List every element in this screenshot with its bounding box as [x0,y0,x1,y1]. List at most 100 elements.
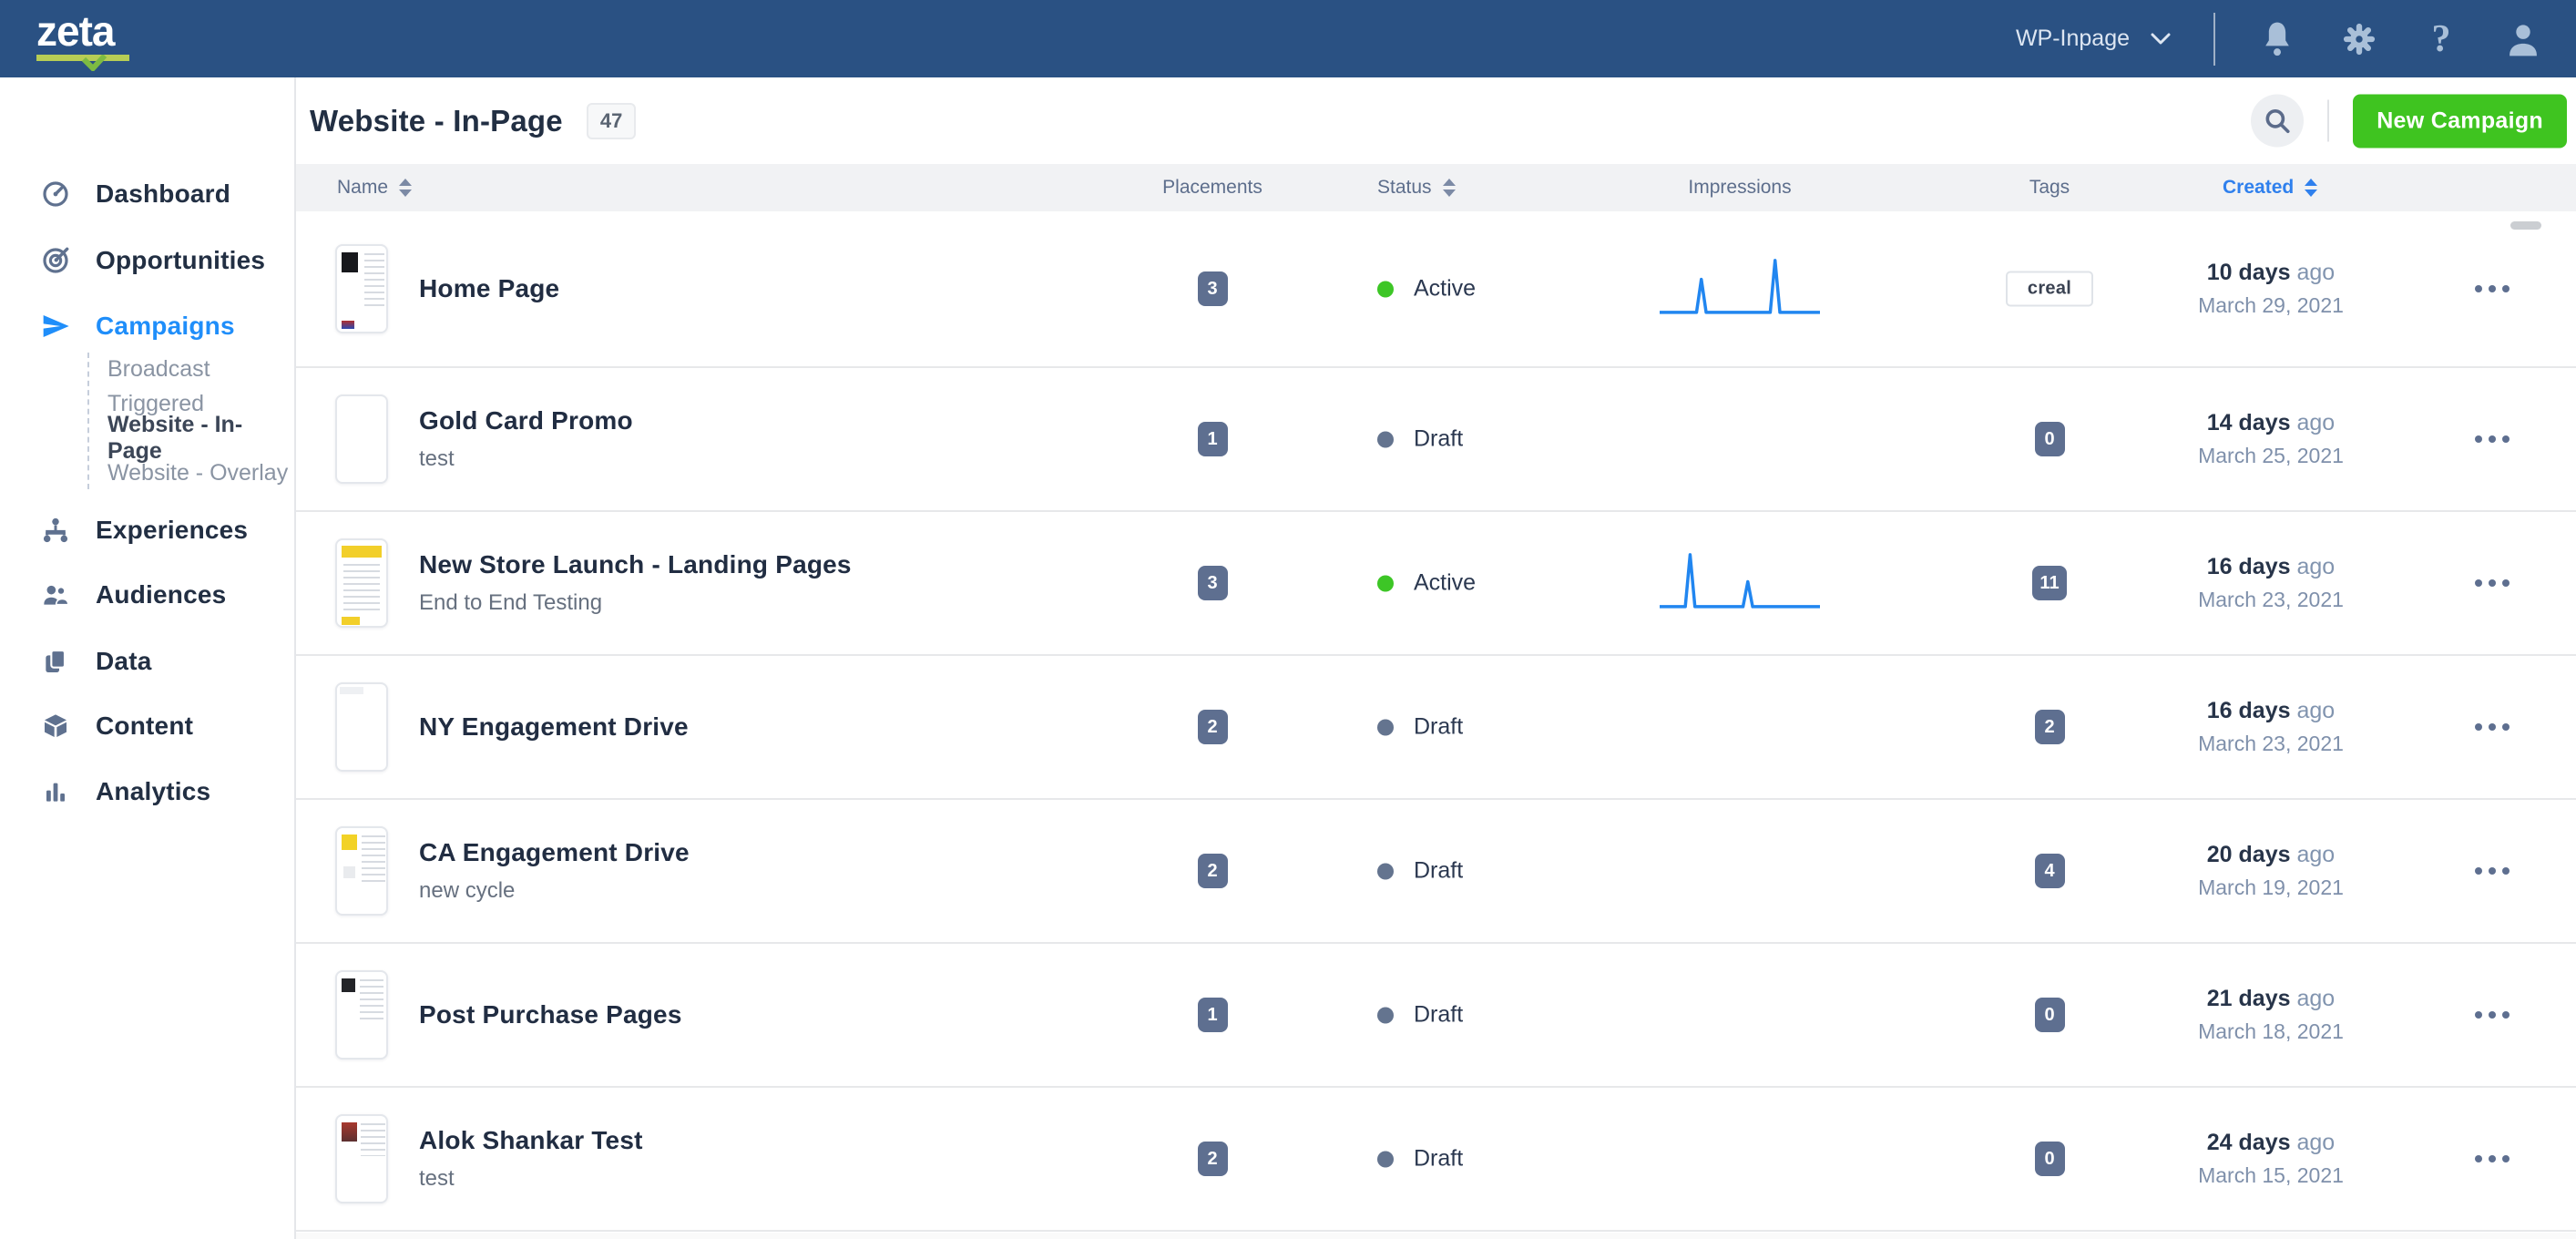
row-menu-button[interactable] [2475,711,2548,743]
placements-badge: 3 [1198,271,1228,306]
sidebar-item-website-in-page[interactable]: Website - In-Page [0,421,296,456]
sidebar-item-opportunities[interactable]: Opportunities [0,240,296,282]
table-row[interactable]: New Store Launch - Landing Pages End to … [296,512,2576,656]
column-header-impressions: Impressions [1662,177,1817,199]
opportunities-icon [41,246,70,275]
campaign-name[interactable]: Post Purchase Pages [419,1000,682,1029]
status-label: Draft [1414,1146,1463,1172]
account-person-icon[interactable] [2503,19,2543,59]
campaign-subtitle: test [419,1166,643,1192]
scrollbar-thumb[interactable] [2510,221,2541,230]
page-title: Website - In-Page [310,104,563,138]
status-label: Draft [1414,714,1463,741]
column-header-created[interactable]: Created [2223,177,2317,199]
sidebar-item-campaigns[interactable]: Campaigns [0,305,296,347]
table-row[interactable]: NY Engagement Drive 2 Draft 2 16 days ag… [296,656,2576,800]
row-menu-button[interactable] [2475,567,2548,599]
campaigns-icon [41,312,70,341]
navbar-actions: WP-Inpage ? [2016,13,2543,66]
sidebar: Dashboard Opportunities Campaigns Broadc… [0,77,296,1239]
sidebar-item-data[interactable]: Data [0,640,296,682]
table-bottom-edge [296,1233,2576,1239]
impressions-sparkline [1660,255,1820,323]
campaign-name[interactable]: Home Page [419,274,559,303]
search-button[interactable] [2251,95,2304,148]
placements-badge: 2 [1198,710,1228,744]
navbar-divider [2213,13,2215,66]
sidebar-item-content[interactable]: Content [0,705,296,747]
row-menu-button[interactable] [2475,1142,2548,1175]
table-row[interactable]: Post Purchase Pages 1 Draft 0 21 days ag… [296,944,2576,1088]
search-icon [2263,107,2292,136]
table-row[interactable]: CA Engagement Drive new cycle 2 Draft 4 … [296,800,2576,944]
column-header-placements: Placements [1149,177,1276,199]
page-header: Website - In-Page 47 New Campaign [296,77,2576,164]
zeta-logo[interactable]: zeta [36,10,129,71]
placements-badge: 2 [1198,1142,1228,1176]
sidebar-label-content: Content [96,712,193,741]
campaign-subtitle: test [419,446,633,472]
status-dot [1377,719,1394,735]
settings-gear-icon[interactable] [2339,19,2379,59]
page-title-group: Website - In-Page 47 [310,103,636,139]
chevron-down-icon [2150,32,2172,46]
row-menu-button[interactable] [2475,998,2548,1031]
sidebar-item-website-overlay[interactable]: Website - Overlay [0,456,296,490]
status-dot [1377,575,1394,591]
notifications-bell-icon[interactable] [2257,19,2297,59]
row-menu-button[interactable] [2475,855,2548,887]
campaign-name[interactable]: Gold Card Promo [419,406,633,435]
created-relative: 16 days [2207,698,2291,723]
sidebar-item-dashboard[interactable]: Dashboard [0,173,296,215]
status-label: Draft [1414,858,1463,885]
campaign-thumbnail [335,394,388,484]
placements-badge: 1 [1198,998,1228,1032]
analytics-icon [41,777,70,806]
sort-arrows-icon [2305,179,2317,197]
sidebar-label-data: Data [96,647,152,676]
created-relative: 10 days [2207,260,2291,285]
sidebar-item-audiences[interactable]: Audiences [0,574,296,616]
sidebar-item-experiences[interactable]: Experiences [0,509,296,551]
campaign-name[interactable]: CA Engagement Drive [419,838,690,867]
campaign-name[interactable]: New Store Launch - Landing Pages [419,550,852,579]
zeta-logo-text: zeta [36,10,129,52]
campaigns-table: Name Placements Status Impressions Tags … [296,164,2576,1239]
created-date: March 18, 2021 [2165,1019,2377,1044]
created-date: March 29, 2021 [2165,293,2377,318]
tag-pill: creal [2006,271,2093,307]
column-header-name[interactable]: Name [337,177,412,199]
status-label: Active [1414,276,1476,302]
account-switcher[interactable]: WP-Inpage [2016,26,2172,52]
placements-badge: 2 [1198,854,1228,888]
campaign-thumbnail [335,682,388,772]
row-menu-button[interactable] [2475,423,2548,456]
help-question-icon[interactable]: ? [2421,19,2461,59]
sidebar-label-analytics: Analytics [96,777,210,806]
column-header-status[interactable]: Status [1377,177,1456,199]
sidebar-label-experiences: Experiences [96,516,248,545]
sort-arrows-icon [1443,179,1456,197]
zeta-logo-checkmark [36,55,129,71]
campaign-subtitle: End to End Testing [419,590,852,616]
created-date: March 23, 2021 [2165,732,2377,756]
campaign-thumbnail [335,538,388,628]
top-navbar: zeta WP-Inpage [0,0,2576,77]
table-row[interactable]: Alok Shankar Test test 2 Draft 0 24 days… [296,1088,2576,1232]
sidebar-item-analytics[interactable]: Analytics [0,771,296,813]
tags-count-badge: 2 [2035,710,2065,744]
table-row[interactable]: Home Page 3 Active creal 10 days ago Mar… [296,211,2576,368]
status-dot [1377,1007,1394,1023]
header-actions: New Campaign [2251,94,2567,148]
campaign-thumbnail [335,970,388,1060]
created-relative: 21 days [2207,986,2291,1011]
new-campaign-button[interactable]: New Campaign [2353,94,2567,148]
campaign-name[interactable]: Alok Shankar Test [419,1126,643,1155]
sidebar-item-broadcast[interactable]: Broadcast [0,352,296,386]
table-body: Home Page 3 Active creal 10 days ago Mar… [296,211,2576,1232]
campaign-name[interactable]: NY Engagement Drive [419,712,689,742]
actions-divider [2327,100,2329,142]
account-name: WP-Inpage [2016,26,2130,52]
table-row[interactable]: Gold Card Promo test 1 Draft 0 14 days a… [296,368,2576,512]
row-menu-button[interactable] [2475,272,2548,305]
